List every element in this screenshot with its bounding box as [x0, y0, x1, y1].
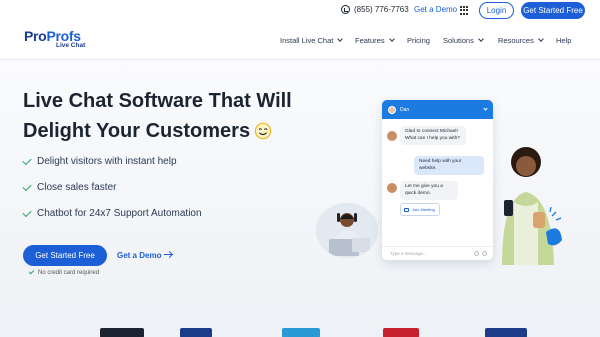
top-get-started-button[interactable]: Get Started Free — [521, 2, 585, 19]
chevron-down-icon — [478, 36, 484, 42]
hero-headline: Live Chat Software That Will Delight You… — [23, 90, 292, 142]
client-logo — [180, 328, 212, 337]
chat-message-user: Need help with your website. — [414, 156, 484, 175]
phone-number: (855) 776-7763 — [354, 5, 409, 14]
hero-demo-link[interactable]: Get a Demo — [117, 251, 173, 260]
hero-get-started-button[interactable]: Get Started Free — [23, 245, 107, 266]
chat-message-agent: Glad to connect Michael! What can I help… — [400, 126, 466, 145]
check-icon — [22, 207, 32, 217]
proprofs-logo[interactable]: ProProfs Live Chat — [24, 28, 85, 49]
nav-help[interactable]: Help — [556, 36, 571, 45]
check-icon — [22, 155, 32, 165]
chevron-down-icon — [483, 105, 488, 111]
chat-widget-header: Dan — [382, 100, 493, 119]
video-camera-icon — [404, 207, 409, 212]
nav-solutions[interactable]: Solutions — [443, 36, 484, 45]
login-button[interactable]: Login — [479, 2, 514, 19]
logo-product-name: Live Chat — [56, 42, 86, 49]
chevron-down-icon — [337, 36, 344, 42]
smile-icon — [254, 122, 272, 140]
benefit-item: Delight visitors with instant help — [22, 155, 177, 167]
attachment-icon — [474, 251, 479, 256]
top-demo-link[interactable]: Get a Demo — [414, 5, 457, 14]
phone-link[interactable]: (855) 776-7763 — [341, 5, 409, 14]
client-logos-strip — [0, 322, 600, 337]
join-meeting-card: Join Meeting — [400, 203, 440, 216]
chat-message-agent: Let me give you a quick demo. — [400, 181, 458, 200]
nav-resources[interactable]: Resources — [498, 36, 544, 45]
client-logo — [282, 328, 320, 337]
nav-features[interactable]: Features — [355, 36, 395, 45]
client-logo — [100, 328, 144, 337]
emoji-icon — [482, 251, 487, 256]
client-logo — [383, 328, 419, 337]
agent-avatar — [388, 105, 396, 114]
nav-pricing[interactable]: Pricing — [407, 36, 430, 45]
header-divider — [0, 59, 600, 60]
check-icon — [28, 268, 35, 275]
chevron-down-icon — [388, 36, 395, 42]
chat-widget-mockup: Dan Glad to connect Michael! What can I … — [382, 100, 493, 260]
check-icon — [22, 181, 32, 191]
apps-grid-icon[interactable] — [460, 6, 469, 15]
arrow-right-icon — [164, 254, 173, 255]
agent-illustration — [316, 203, 378, 258]
agent-avatar — [387, 183, 397, 193]
nav-install-live-chat[interactable]: Install Live Chat — [280, 36, 344, 45]
logo-wordmark: ProProfs — [24, 28, 81, 44]
customer-illustration — [490, 140, 565, 265]
phone-icon — [341, 5, 350, 14]
utility-bar: (855) 776-7763 Get a Demo Login Get Star… — [0, 0, 600, 22]
client-logo — [485, 328, 527, 337]
chat-agent-name: Dan — [400, 106, 410, 113]
benefit-item: Chatbot for 24x7 Support Automation — [22, 207, 202, 219]
benefit-item: Close sales faster — [22, 181, 116, 193]
no-credit-card-note: No credit card required — [28, 268, 99, 276]
agent-avatar — [387, 131, 397, 141]
chevron-down-icon — [538, 36, 544, 42]
chat-message-input: Type a Message... — [382, 246, 493, 260]
